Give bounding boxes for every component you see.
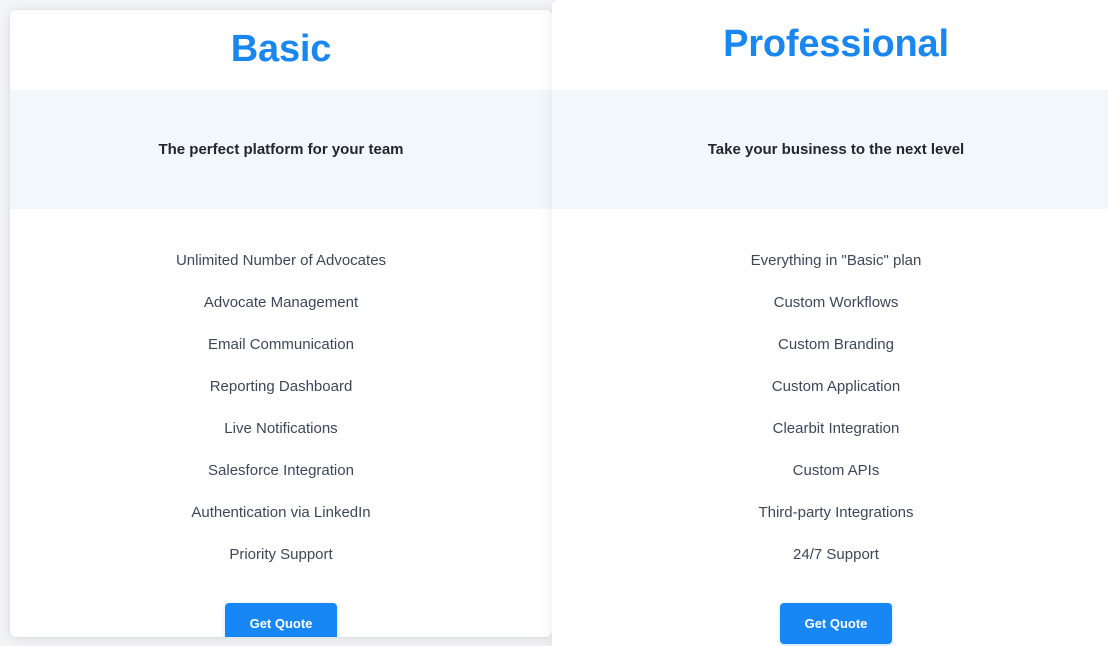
plan-feature-item: Unlimited Number of Advocates [175, 252, 387, 269]
plan-feature-item: Authentication via LinkedIn [191, 504, 371, 521]
plan-feature-item: Priority Support [229, 546, 333, 563]
plan-title-basic: Basic [230, 28, 332, 71]
plan-feature-item: Email Communication [208, 336, 354, 353]
plan-feature-item: Third-party Integrations [758, 504, 914, 521]
plan-card-basic: Basic The perfect platform for your team… [10, 10, 552, 637]
plan-feature-item: Live Notifications [224, 420, 338, 437]
plan-feature-item: Custom Workflows [773, 294, 899, 311]
get-quote-button-professional[interactable]: Get Quote [779, 603, 893, 644]
plan-feature-item: Reporting Dashboard [209, 378, 353, 395]
plan-card-professional: Professional Take your business to the n… [552, 0, 1108, 646]
pricing-plans-container: Basic The perfect platform for your team… [0, 0, 1108, 646]
plan-features-list-professional: Everything in "Basic" plan Custom Workfl… [552, 209, 1108, 576]
plan-title-area-basic: Basic [10, 10, 552, 90]
plan-feature-item: Custom Application [771, 378, 901, 395]
plan-tagline-band-basic: The perfect platform for your team [10, 90, 552, 209]
plan-feature-item: Everything in "Basic" plan [750, 252, 922, 269]
plan-feature-item: Custom APIs [792, 462, 880, 479]
plan-cta-wrap-basic: Get Quote [10, 576, 552, 637]
plan-feature-item: Salesforce Integration [208, 462, 354, 479]
plan-tagline-basic: The perfect platform for your team [158, 140, 404, 158]
plan-feature-item: Advocate Management [203, 294, 359, 311]
plan-feature-item: Custom Branding [778, 336, 894, 353]
plan-title-area-professional: Professional [552, 0, 1108, 90]
plan-tagline-professional: Take your business to the next level [707, 140, 965, 158]
plan-features-list-basic: Unlimited Number of Advocates Advocate M… [10, 209, 552, 576]
get-quote-button-basic[interactable]: Get Quote [224, 603, 338, 637]
plan-feature-item: Clearbit Integration [772, 420, 900, 437]
plan-tagline-band-professional: Take your business to the next level [552, 90, 1108, 209]
plan-feature-item: 24/7 Support [793, 546, 879, 563]
plan-title-professional: Professional [723, 23, 949, 66]
plan-cta-wrap-professional: Get Quote [552, 576, 1108, 644]
